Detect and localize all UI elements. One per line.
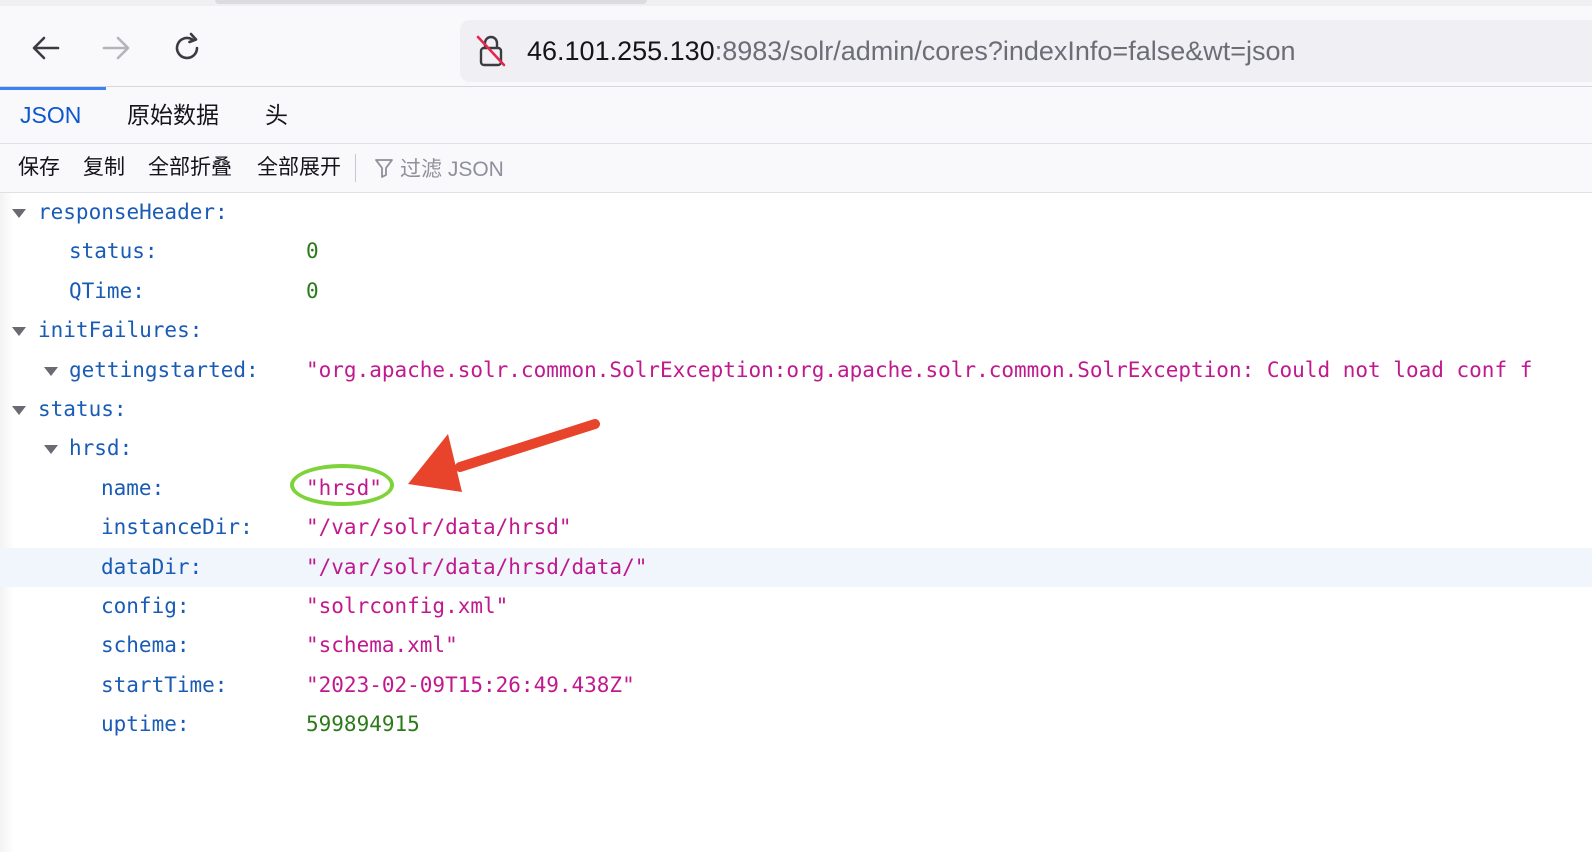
filter-placeholder: 过滤 JSON: [400, 158, 504, 181]
tree-row-instancedir[interactable]: instanceDir: "/var/solr/data/hrsd": [0, 508, 1592, 547]
json-key: startTime:: [101, 672, 228, 697]
url-path: :8983/solr/admin/cores?indexInfo=false&w…: [714, 36, 1296, 66]
forward-button[interactable]: [96, 28, 136, 68]
filter-icon: [375, 159, 393, 178]
json-value: "/var/solr/data/hrsd/data/": [306, 554, 648, 579]
tree-row-status[interactable]: status: 0: [0, 232, 1592, 271]
json-key: config:: [101, 593, 190, 618]
json-value: 0: [306, 278, 319, 303]
expand-toggle-icon[interactable]: [44, 445, 58, 455]
expand-toggle-icon[interactable]: [12, 327, 26, 337]
json-toolbar: 保存 复制 全部折叠 全部展开 过滤 JSON: [0, 144, 1592, 193]
back-button[interactable]: [26, 28, 66, 68]
arrow-left-icon: [32, 36, 60, 60]
json-tree: responseHeader: status: 0 QTime: 0 initF…: [0, 193, 1592, 744]
active-tab-indicator: [0, 87, 106, 90]
insecure-lock-icon[interactable]: [474, 33, 508, 69]
json-key: instanceDir:: [101, 515, 253, 540]
json-key: name:: [101, 475, 165, 500]
toolbar-divider: [355, 154, 356, 182]
save-button[interactable]: 保存: [18, 144, 60, 192]
json-value: "2023-02-09T15:26:49.438Z": [306, 672, 635, 697]
browser-tab-edge[interactable]: [215, 0, 647, 4]
expand-toggle-icon[interactable]: [44, 366, 58, 376]
tree-row-name[interactable]: name: "hrsd": [0, 469, 1592, 508]
address-bar[interactable]: 46.101.255.130:8983/solr/admin/cores?ind…: [460, 20, 1592, 82]
tree-row-datadir[interactable]: dataDir: "/var/solr/data/hrsd/data/": [0, 547, 1592, 587]
json-value: 599894915: [306, 712, 420, 737]
tree-row-uptime[interactable]: uptime: 599894915: [0, 705, 1592, 744]
json-value: 0: [306, 239, 319, 264]
tree-row-starttime[interactable]: startTime: "2023-02-09T15:26:49.438Z": [0, 666, 1592, 705]
reload-icon: [175, 32, 199, 60]
tab-headers[interactable]: 头: [265, 87, 288, 143]
json-key: gettingstarted:: [69, 357, 259, 382]
arrow-right-icon: [102, 36, 130, 60]
json-key: initFailures:: [38, 318, 203, 343]
collapse-all-button[interactable]: 全部折叠: [148, 144, 232, 192]
expand-toggle-icon[interactable]: [12, 209, 26, 218]
viewer-tabs: JSON 原始数据 头: [0, 87, 1592, 144]
json-value: "schema.xml": [306, 633, 458, 658]
json-key: QTime:: [69, 278, 145, 303]
json-value: "solrconfig.xml": [306, 593, 509, 618]
json-value: "/var/solr/data/hrsd": [306, 515, 572, 540]
annotation-arrow-icon: [408, 419, 600, 492]
json-key: status:: [69, 239, 158, 264]
tree-row-gettingstarted[interactable]: gettingstarted: "org.apache.solr.common.…: [0, 351, 1592, 390]
json-key: uptime:: [101, 712, 190, 737]
reload-button[interactable]: [167, 28, 207, 68]
tree-row-hrsd[interactable]: hrsd:: [0, 429, 1592, 468]
copy-button[interactable]: 复制: [83, 144, 125, 192]
json-key: hrsd:: [69, 436, 133, 461]
tree-row-config[interactable]: config: "solrconfig.xml": [0, 587, 1592, 626]
tree-row-qtime[interactable]: QTime: 0: [0, 272, 1592, 311]
url-text[interactable]: 46.101.255.130:8983/solr/admin/cores?ind…: [527, 20, 1296, 82]
json-key: status:: [38, 396, 127, 421]
browser-toolbar: 46.101.255.130:8983/solr/admin/cores?ind…: [0, 6, 1592, 87]
tree-row-initfailures[interactable]: initFailures:: [0, 311, 1592, 350]
json-value: "org.apache.solr.common.SolrException:or…: [306, 357, 1533, 382]
tab-json[interactable]: JSON: [20, 87, 81, 143]
tree-row-status-group[interactable]: status:: [0, 390, 1592, 429]
url-host: 46.101.255.130: [527, 36, 715, 66]
json-key: schema:: [101, 633, 190, 658]
highlight-ellipse: [290, 464, 394, 506]
expand-toggle-icon[interactable]: [12, 405, 26, 415]
filter-json-input[interactable]: 过滤 JSON: [374, 144, 504, 192]
json-key: dataDir:: [101, 554, 203, 579]
tab-raw-data[interactable]: 原始数据: [127, 87, 219, 143]
tree-row-responseheader[interactable]: responseHeader:: [0, 193, 1592, 232]
json-key: responseHeader:: [38, 200, 228, 224]
tree-row-schema[interactable]: schema: "schema.xml": [0, 626, 1592, 665]
expand-all-button[interactable]: 全部展开: [257, 144, 341, 192]
